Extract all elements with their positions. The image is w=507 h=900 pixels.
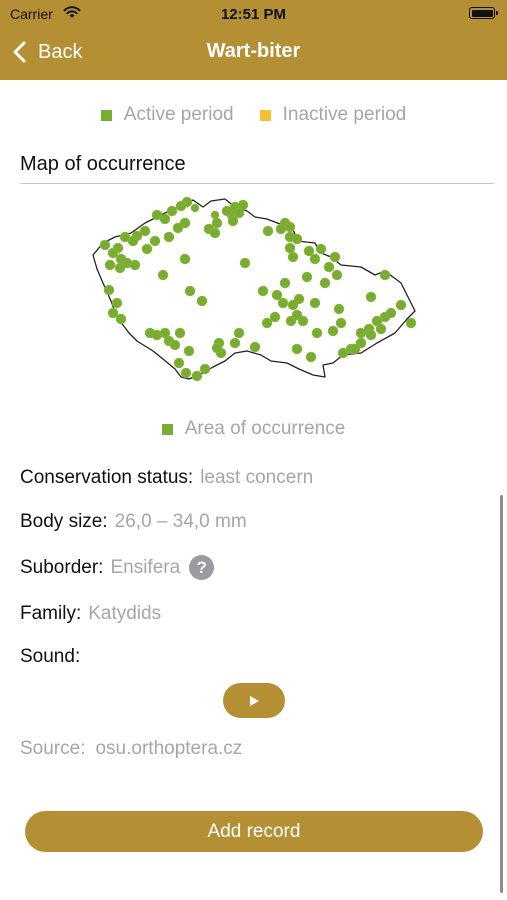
legend-active: Active period (100, 104, 234, 126)
family-row: Family: Katydids (20, 603, 161, 625)
occurrence-map (92, 196, 417, 382)
legend-area: Area of occurrence (161, 418, 346, 440)
occurrence-dots (99, 196, 417, 382)
body-size-key: Body size: (20, 511, 108, 532)
source-label: Source: (20, 738, 86, 759)
question-icon[interactable]: ? (189, 555, 215, 580)
body-size-row: Body size: 26,0 – 34,0 mm (20, 511, 247, 533)
family-value: Katydids (88, 603, 162, 624)
section-divider (20, 183, 494, 184)
conservation-status-key: Conservation status: (20, 467, 194, 488)
period-legend: Active period Inactive period (0, 104, 507, 126)
legend-active-label: Active period (123, 104, 234, 125)
sound-row: Sound: (20, 646, 80, 668)
conservation-status-value: least concern (200, 467, 314, 488)
conservation-status-row: Conservation status: least concern (20, 467, 313, 489)
status-bar: Carrier 12:51 PM (0, 0, 507, 30)
source-row: Source: osu.orthoptera.cz (20, 738, 242, 760)
play-sound-button[interactable] (223, 683, 285, 718)
status-time: 12:51 PM (220, 6, 287, 23)
map-legend: Area of occurrence (0, 418, 507, 440)
body-size-value: 26,0 – 34,0 mm (114, 511, 247, 532)
map-section-title: Map of occurrence (20, 153, 186, 175)
sound-key: Sound: (20, 646, 81, 667)
page-title: Wart-biter (206, 40, 301, 62)
suborder-value: Ensifera (110, 556, 181, 578)
source-value: osu.orthoptera.cz (95, 738, 243, 759)
family-key: Family: (20, 603, 82, 624)
legend-area-label: Area of occurrence (184, 418, 346, 439)
legend-inactive-swatch (259, 109, 271, 121)
suborder-key: Suborder: (20, 556, 104, 578)
suborder-row: Suborder: Ensifera ? (20, 555, 215, 580)
scroll-indicator[interactable] (500, 495, 503, 893)
legend-inactive-label: Inactive period (282, 104, 407, 125)
legend-inactive: Inactive period (259, 104, 407, 126)
legend-area-swatch (161, 423, 173, 435)
battery-icon (469, 7, 498, 19)
play-icon (250, 695, 259, 706)
legend-active-swatch (100, 109, 112, 121)
add-record-button[interactable]: Add record (25, 811, 483, 852)
